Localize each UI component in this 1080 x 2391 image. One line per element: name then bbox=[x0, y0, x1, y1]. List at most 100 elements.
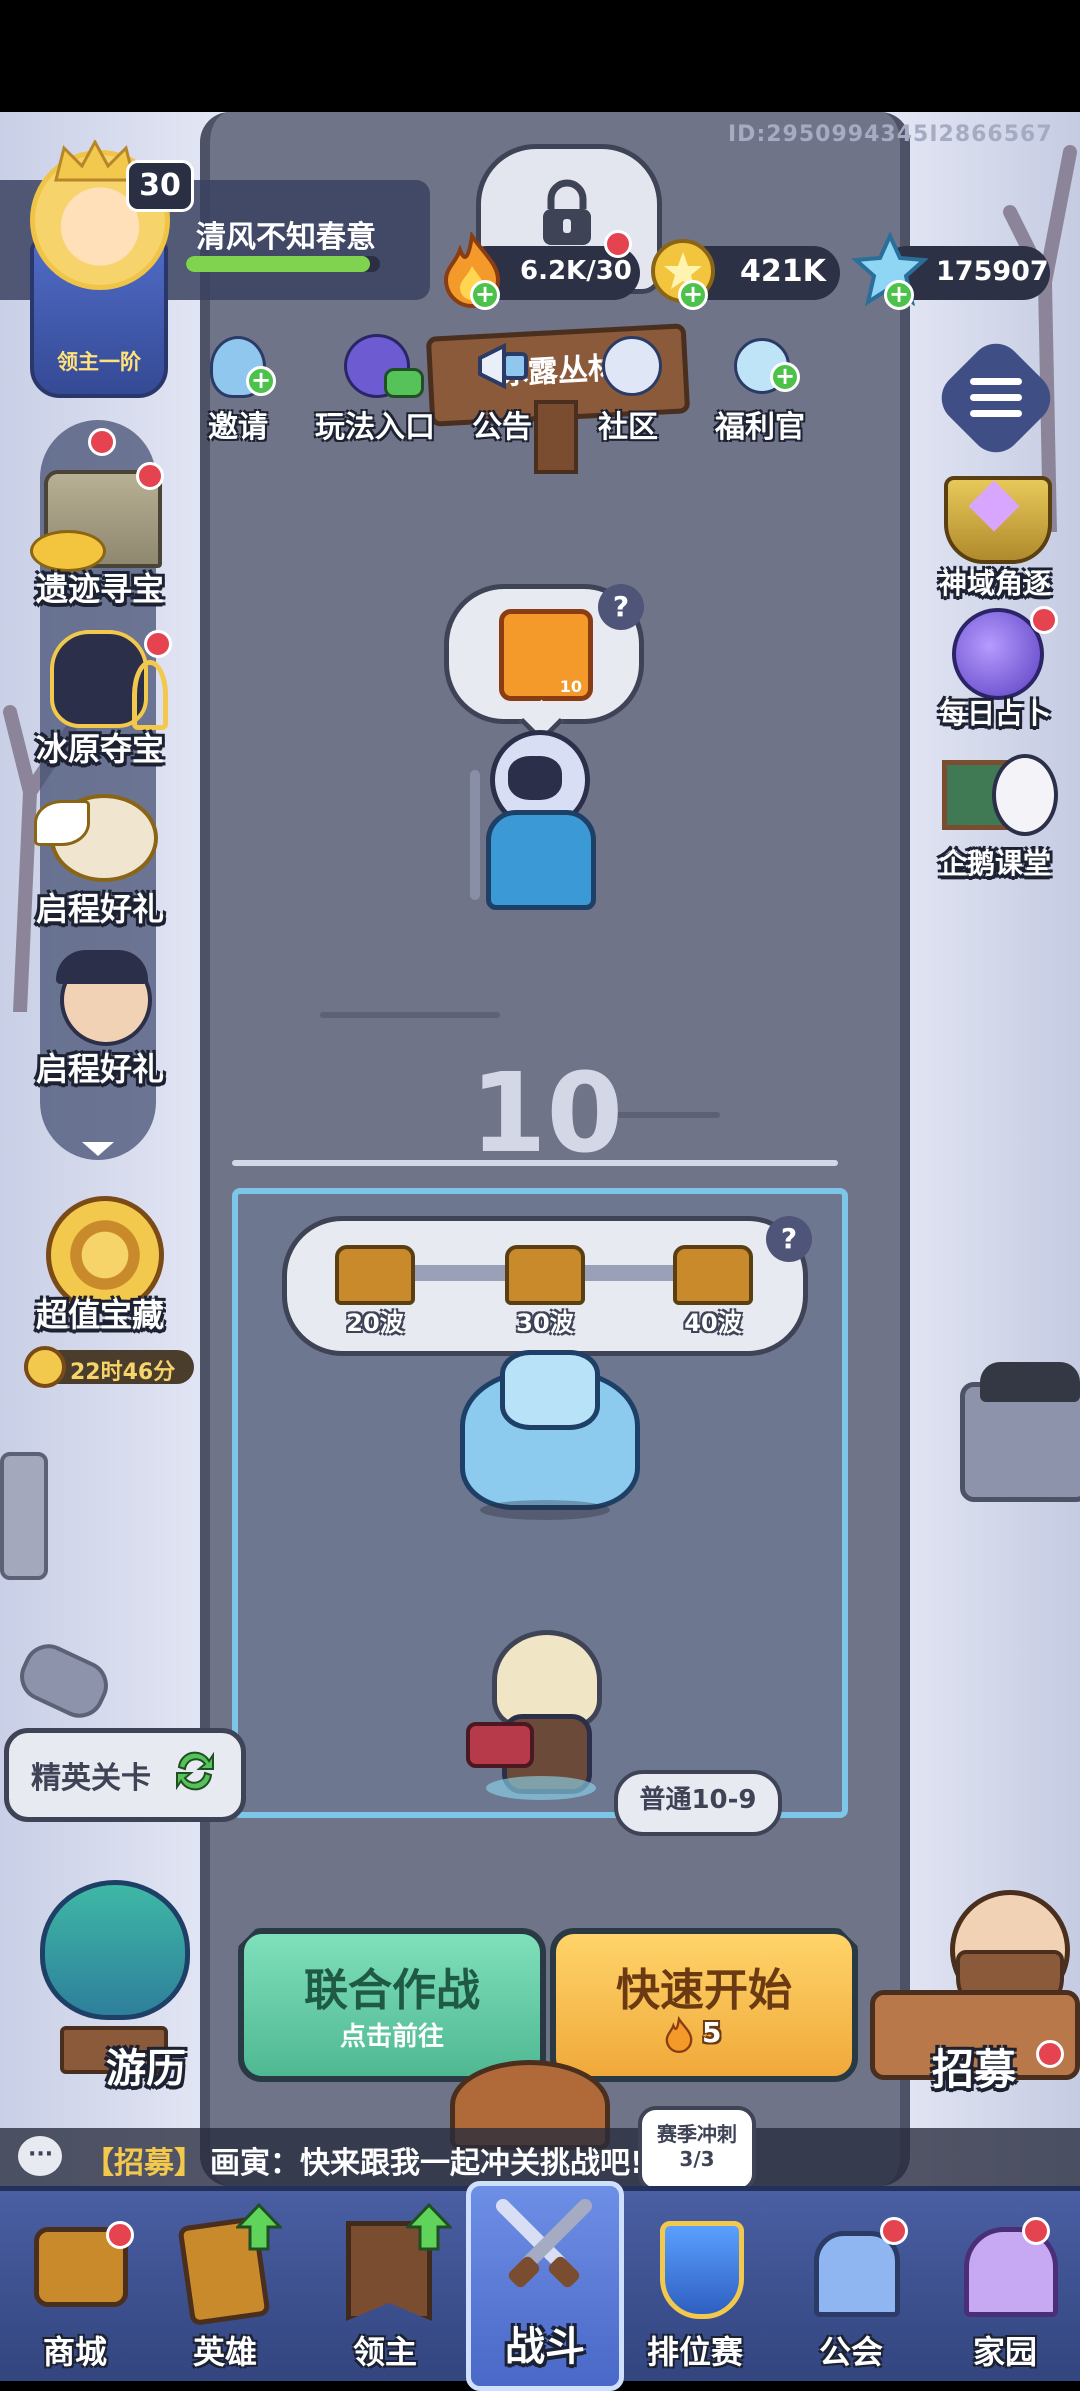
menu-item-announcement[interactable]: 公告 bbox=[454, 330, 550, 450]
reward-help-button[interactable]: ? bbox=[598, 584, 644, 630]
hero-character bbox=[466, 1630, 610, 1800]
event-daily-divination[interactable]: 每日占卜 bbox=[920, 600, 1070, 730]
notification-dot bbox=[1022, 2217, 1050, 2245]
wing-icon bbox=[34, 800, 90, 846]
castle-icon bbox=[814, 2231, 900, 2317]
welfare-plus-icon: + bbox=[770, 362, 800, 392]
status-bar bbox=[0, 0, 1080, 112]
ice-golem-enemy bbox=[440, 1350, 650, 1520]
menu-label: 社区 bbox=[598, 410, 658, 445]
stamina-value: 6.2K/30 bbox=[520, 256, 632, 286]
xp-bar-fill bbox=[186, 256, 371, 272]
menu-item-community[interactable]: 社区 bbox=[580, 330, 676, 450]
nav-label-active: 战斗 bbox=[505, 2324, 585, 2370]
difficulty-label: 普通10-9 bbox=[639, 1785, 757, 1815]
notification-dot bbox=[88, 428, 116, 456]
add-gold-button[interactable]: + bbox=[678, 280, 708, 310]
quick-start-title: 快速开始 bbox=[616, 1965, 792, 2016]
notification-dot bbox=[1036, 2040, 1064, 2068]
nav-label: 领主 bbox=[352, 2333, 417, 2371]
crystal-value: 175907 bbox=[936, 256, 1049, 287]
value-treasure-label: 超值宝藏 bbox=[35, 1296, 164, 1334]
hero-weapon bbox=[466, 1722, 534, 1768]
event-label: 神域角逐 bbox=[938, 567, 1051, 600]
add-crystal-button[interactable]: + bbox=[884, 280, 914, 310]
notification-dot bbox=[106, 2221, 134, 2249]
nav-label: 家园 bbox=[972, 2333, 1037, 2371]
clock-icon bbox=[24, 1346, 66, 1388]
nav-item-lord[interactable]: 领主 bbox=[310, 2191, 460, 2381]
wave-help-button[interactable]: ? bbox=[766, 1216, 812, 1262]
elite-stage-button[interactable]: 精英关卡 bbox=[4, 1728, 246, 1822]
community-icon bbox=[602, 336, 662, 396]
journey-label: 游历 bbox=[106, 2046, 186, 2092]
golem-head bbox=[500, 1350, 600, 1430]
wave-label: 40波 bbox=[684, 1309, 742, 1337]
stamina-notification-dot bbox=[604, 230, 632, 258]
notification-dot bbox=[136, 462, 164, 490]
event-penguin-class[interactable]: 企鹅课堂 bbox=[920, 750, 1070, 880]
lock-icon bbox=[543, 179, 591, 245]
chest-icon bbox=[505, 1245, 585, 1305]
add-stamina-button[interactable]: + bbox=[470, 280, 500, 310]
recruit-label: 招募 bbox=[932, 2045, 1017, 2094]
penguin-teacher-icon bbox=[992, 754, 1058, 836]
difficulty-badge[interactable]: 普通10-9 bbox=[614, 1770, 782, 1836]
chest-icon bbox=[673, 1245, 753, 1305]
barrel bbox=[0, 1452, 48, 1580]
nav-item-ranked[interactable]: 排位赛 bbox=[620, 2191, 770, 2381]
event-ruins-treasure[interactable]: 遗迹寻宝 bbox=[20, 460, 180, 610]
nav-item-guild[interactable]: 公会 bbox=[776, 2191, 926, 2381]
chevron-down-icon[interactable] bbox=[78, 1138, 118, 1160]
quick-start-cost: 5 bbox=[702, 2016, 722, 2049]
wave-chest bbox=[673, 1245, 753, 1305]
season-sprint-badge[interactable]: 赛季冲刺 3/3 bbox=[638, 2106, 756, 2192]
chat-bar[interactable]: ··· 【招募】 画寅：快来跟我一起冲关挑战吧! bbox=[0, 2128, 1080, 2186]
hero-base bbox=[486, 1776, 596, 1800]
rank-label: 领主一阶 bbox=[57, 350, 141, 374]
menu-label: 福利官 bbox=[715, 410, 805, 445]
menu-label: 邀请 bbox=[208, 410, 268, 445]
reward-crystal-icon: 10 bbox=[499, 609, 593, 701]
timer-text: 22时46分 bbox=[70, 1360, 176, 1385]
nav-label: 排位赛 bbox=[646, 2333, 743, 2371]
menu-label: 玩法入口 bbox=[315, 410, 435, 445]
event-journey-gift-1[interactable]: 启程好礼 bbox=[20, 780, 180, 930]
level-badge: 30 bbox=[126, 160, 194, 212]
nav-item-home[interactable]: 家园 bbox=[930, 2191, 1080, 2381]
season-title: 赛季冲刺 bbox=[657, 2122, 737, 2146]
coop-subtitle: 点击前往 bbox=[339, 2022, 444, 2052]
flame-icon bbox=[665, 2016, 693, 2054]
menu-item-invite[interactable]: + 邀请 bbox=[190, 330, 286, 450]
journey-button[interactable]: 游历 bbox=[10, 1880, 220, 2100]
nav-item-heroes[interactable]: 英雄 bbox=[150, 2191, 300, 2381]
event-ice-plunder[interactable]: 冰原夺宝 bbox=[20, 620, 180, 770]
crossed-swords-icon bbox=[496, 2199, 592, 2288]
quick-start-button[interactable]: 快速开始 5 bbox=[550, 1928, 858, 2082]
coop-title: 联合作战 bbox=[304, 1965, 480, 2016]
event-journey-gift-2[interactable]: 启程好礼 bbox=[20, 940, 180, 1090]
top-menu: + 邀请 玩法入口 公告 社区 + 福利官 bbox=[190, 330, 830, 450]
nav-item-battle[interactable]: 战斗 bbox=[466, 2181, 624, 2391]
value-treasure[interactable]: 超值宝藏 22时46分 bbox=[20, 1190, 194, 1390]
notification-dot bbox=[1030, 606, 1058, 634]
event-label: 启程好礼 bbox=[35, 1050, 164, 1088]
event-divine-contest[interactable]: 神域角逐 bbox=[920, 470, 1070, 600]
event-label: 冰原夺宝 bbox=[35, 730, 164, 768]
refresh-icon bbox=[176, 1751, 214, 1791]
coop-battle-button[interactable]: 联合作战 点击前往 bbox=[238, 1928, 546, 2082]
help-icon: ? bbox=[612, 590, 630, 623]
recruit-button[interactable]: 招募 bbox=[860, 1880, 1080, 2100]
menu-item-welfare-officer[interactable]: + 福利官 bbox=[700, 330, 820, 450]
bottom-nav: 商城 英雄 领主 战斗 排位赛 公会 家园 bbox=[0, 2181, 1080, 2391]
nav-label: 公会 bbox=[818, 2333, 883, 2371]
nav-item-shop[interactable]: 商城 bbox=[0, 2191, 150, 2381]
ranked-shield-icon bbox=[660, 2221, 744, 2319]
wave-label: 30波 bbox=[516, 1309, 574, 1337]
reward-count: 10 bbox=[559, 677, 582, 696]
ankh-icon bbox=[132, 660, 168, 730]
menu-item-play-entry[interactable]: 玩法入口 bbox=[300, 330, 450, 450]
wave-chest bbox=[505, 1245, 585, 1305]
stage-number: 10 bbox=[470, 1049, 624, 1177]
wave-chest bbox=[335, 1245, 415, 1305]
